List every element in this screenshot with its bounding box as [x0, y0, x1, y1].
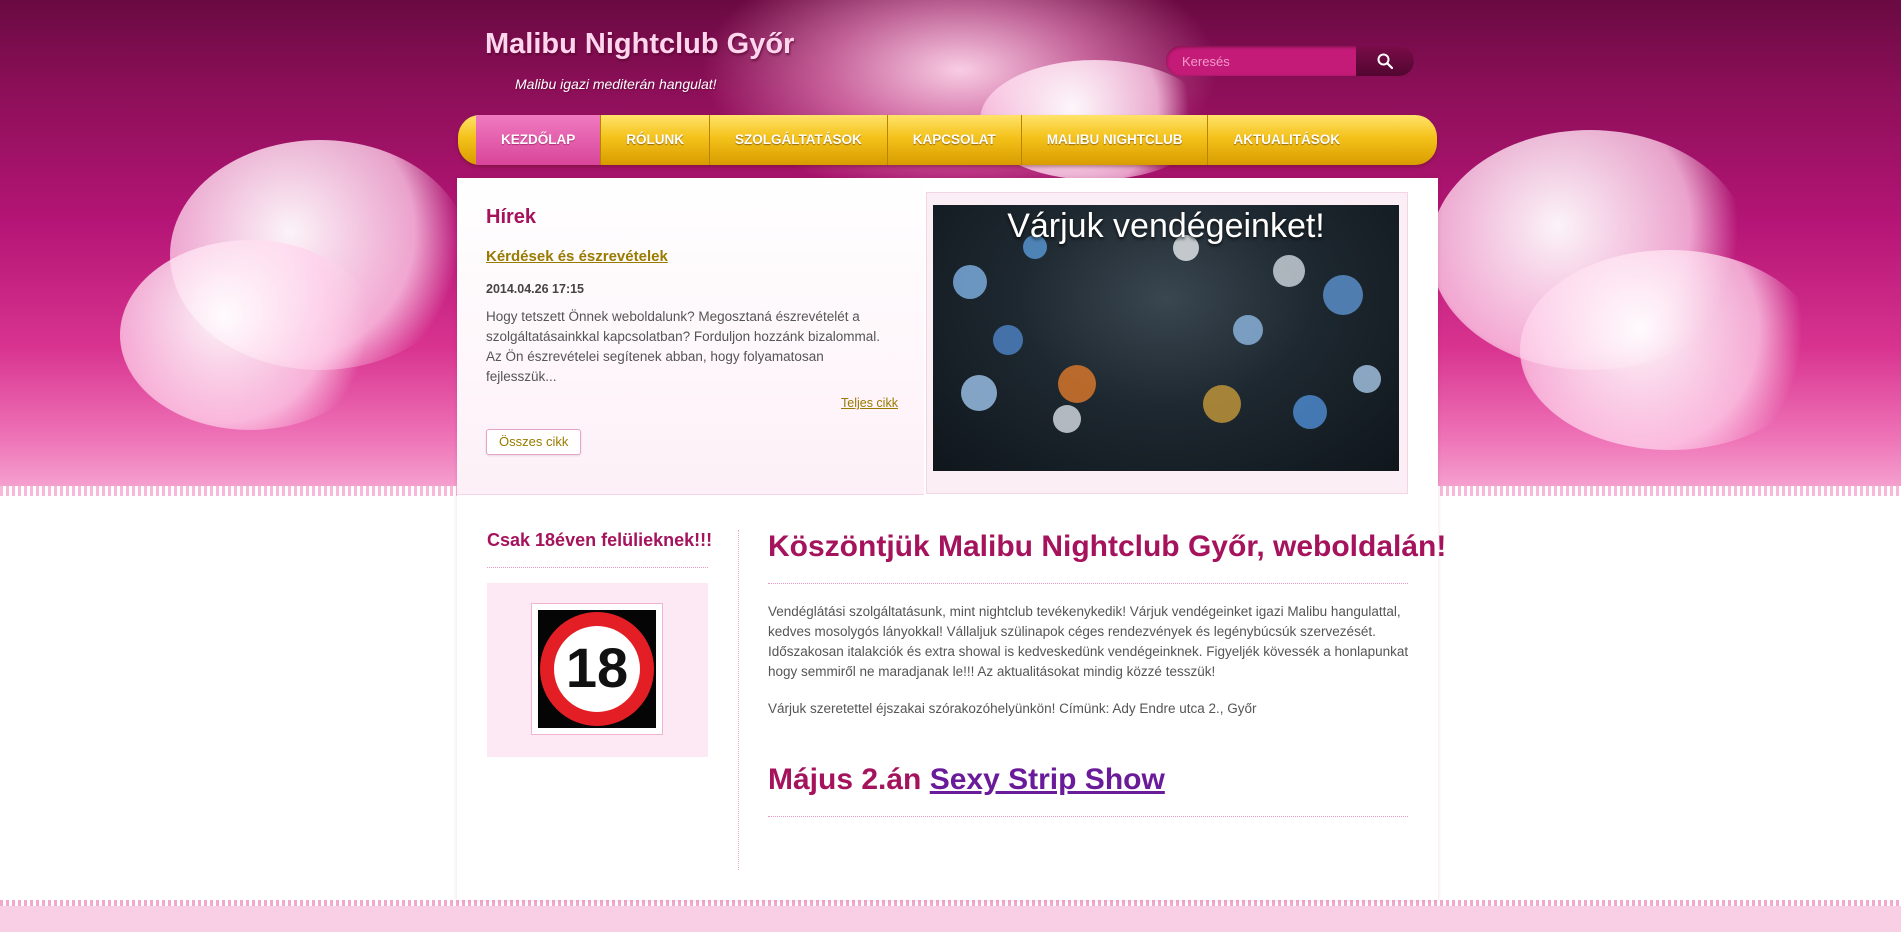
column-divider — [738, 530, 739, 870]
bokeh-light — [1053, 405, 1081, 433]
age-restriction-image: 18 — [538, 610, 656, 728]
bokeh-light — [1323, 275, 1363, 315]
site-tagline: Malibu igazi mediterán hangulat! — [515, 76, 717, 92]
read-more-link[interactable]: Teljes cikk — [841, 396, 898, 410]
news-article-excerpt: Hogy tetszett Önnek weboldalunk? Megoszt… — [486, 309, 880, 384]
bokeh-light — [1233, 315, 1263, 345]
bokeh-light — [1353, 365, 1381, 393]
bokeh-light — [1273, 255, 1305, 287]
news-article-title-link[interactable]: Kérdések és észrevételek — [486, 248, 668, 265]
event-heading: Május 2.án Sexy Strip Show — [768, 763, 1165, 797]
search-icon — [1377, 53, 1393, 69]
cloud-left-decoration-2 — [120, 240, 380, 430]
news-section: Hírek Kérdések és észrevételek 2014.04.2… — [457, 178, 924, 495]
nav-item-malibu-nightclub[interactable]: MALIBU NIGHTCLUB — [1022, 115, 1209, 165]
main-navigation: KEZDŐLAP RÓLUNK SZOLGÁLTATÁSOK KAPCSOLAT… — [458, 115, 1437, 165]
content-panel: Hírek Kérdések és észrevételek 2014.04.2… — [457, 178, 1446, 900]
news-heading: Hírek — [486, 206, 537, 228]
bokeh-light — [953, 265, 987, 299]
nav-item-szolgaltatasok[interactable]: SZOLGÁLTATÁSOK — [710, 115, 888, 165]
bokeh-light — [993, 325, 1023, 355]
bokeh-light — [1203, 385, 1241, 423]
age-18-sign-text: 18 — [565, 636, 629, 699]
welcome-divider — [768, 583, 1408, 584]
sidebar-title: Csak 18éven felülieknek!!! — [487, 530, 713, 550]
search-input[interactable] — [1166, 46, 1370, 76]
age-restriction-image-frame: 18 — [531, 603, 663, 735]
banner-caption: Várjuk vendégeinket! — [1007, 207, 1325, 245]
bokeh-light — [1293, 395, 1327, 429]
event-date: Május 2.án — [768, 763, 922, 796]
footer-band — [0, 900, 1901, 932]
event-divider — [768, 816, 1408, 817]
welcome-title: Köszöntjük Malibu Nightclub Győr, webold… — [768, 530, 1447, 563]
bokeh-light — [1058, 365, 1096, 403]
nav-item-aktualitasok[interactable]: AKTUALITÁSOK — [1208, 115, 1365, 165]
banner-image: Várjuk vendégeinket! — [933, 205, 1399, 471]
sidebar-box: 18 — [487, 583, 708, 757]
nav-item-kapcsolat[interactable]: KAPCSOLAT — [888, 115, 1022, 165]
cloud-right-decoration-2 — [1520, 250, 1820, 450]
bokeh-light — [961, 375, 997, 411]
event-link[interactable]: Sexy Strip Show — [930, 763, 1165, 796]
news-article-date: 2014.04.26 17:15 — [486, 282, 585, 296]
site-title[interactable]: Malibu Nightclub Győr — [485, 28, 794, 61]
nav-item-rolunk[interactable]: RÓLUNK — [601, 115, 710, 165]
sidebar-divider — [487, 567, 708, 568]
nav-item-kezdolap[interactable]: KEZDŐLAP — [476, 115, 602, 165]
search-button[interactable] — [1356, 46, 1414, 76]
address-paragraph: Várjuk szeretettel éjszakai szórakozóhel… — [768, 701, 1257, 716]
search-box — [1166, 46, 1414, 76]
welcome-paragraph: Vendéglátási szolgáltatásunk, mint night… — [768, 604, 1409, 679]
all-articles-button[interactable]: Összes cikk — [486, 429, 582, 455]
